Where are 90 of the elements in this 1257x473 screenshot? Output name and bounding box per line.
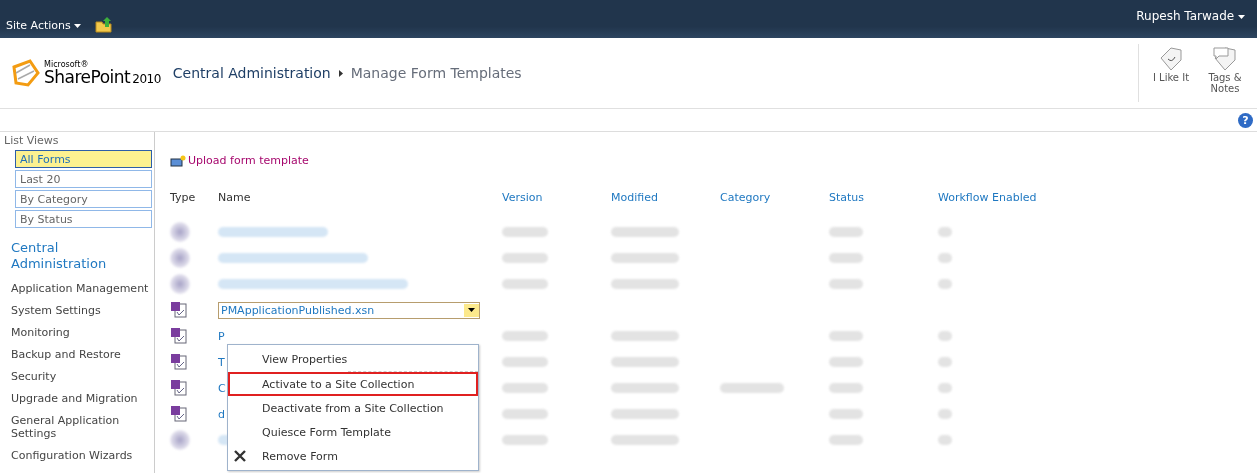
blurred-text — [502, 331, 548, 341]
column-header: Type — [170, 191, 197, 206]
breadcrumb-arrow-icon — [338, 69, 343, 77]
upload-icon — [170, 154, 186, 167]
blurred-text — [938, 435, 952, 445]
blurred-text — [502, 435, 548, 445]
form-name-link[interactable]: T — [218, 355, 225, 369]
delete-icon — [234, 450, 246, 462]
sidebar-heading-link[interactable]: Central Administration — [0, 230, 154, 278]
menu-item[interactable]: View Properties — [228, 347, 478, 371]
logo-caption: Microsoft® — [44, 60, 90, 69]
form-name-link[interactable]: C — [218, 381, 226, 395]
blurred-icon — [170, 248, 190, 268]
caret-icon — [1238, 14, 1245, 19]
page-title: Manage Form Templates — [350, 65, 522, 81]
form-name-link[interactable]: P — [218, 329, 225, 343]
column-header[interactable]: Status — [829, 191, 938, 219]
menu-item[interactable]: Deactivate from a Site Collection — [228, 396, 478, 420]
blurred-text — [611, 435, 679, 445]
blurred-text — [502, 279, 548, 289]
menu-item[interactable]: Quiesce Form Template — [228, 420, 478, 444]
blurred-text — [502, 383, 548, 393]
tag-note-icon — [1211, 44, 1239, 72]
blurred-icon — [170, 222, 190, 242]
view-item[interactable]: By Category — [15, 190, 152, 208]
form-name-link[interactable]: d — [218, 407, 225, 421]
logo-text: SharePoint2010 — [44, 68, 161, 86]
column-header[interactable]: Category — [720, 191, 829, 219]
site-actions-menu[interactable]: Site Actions — [6, 18, 82, 32]
view-item[interactable]: By Status — [15, 210, 152, 228]
nav-link[interactable]: Security — [0, 366, 154, 388]
selected-item-name[interactable]: PMApplicationPublished.xsn — [218, 301, 480, 319]
blurred-text — [611, 409, 679, 419]
menu-item[interactable]: Activate to a Site Collection — [228, 372, 478, 396]
blurred-text — [720, 383, 784, 393]
column-header[interactable]: Modified — [611, 191, 720, 219]
blurred-text — [829, 409, 863, 419]
blurred-text — [938, 227, 952, 237]
nav-link[interactable]: General Application Settings — [0, 410, 154, 445]
blurred-text — [611, 253, 679, 263]
nav-link[interactable]: Upgrade and Migration — [0, 388, 154, 410]
blurred-text — [938, 279, 952, 289]
caret-icon — [74, 23, 82, 28]
blurred-text — [829, 227, 863, 237]
blurred-text — [829, 383, 863, 393]
blurred-text — [611, 331, 679, 341]
column-header[interactable]: Version — [502, 191, 611, 219]
folder-up-icon[interactable] — [95, 17, 114, 33]
nav-link[interactable]: Application Management — [0, 278, 154, 300]
view-item[interactable]: All Forms — [15, 150, 152, 168]
blurred-text — [502, 227, 548, 237]
menu-item[interactable]: Remove Form — [228, 444, 478, 468]
list-views-heading: List Views — [3, 134, 60, 147]
nav-link[interactable]: System Settings — [0, 300, 154, 322]
user-menu[interactable]: Rupesh Tarwade — [1136, 0, 1257, 23]
form-file-icon — [170, 327, 188, 345]
blurred-text — [938, 357, 952, 367]
upload-link[interactable]: Upload form template — [188, 154, 309, 167]
nav-link[interactable]: Backup and Restore — [0, 344, 154, 366]
help-icon[interactable]: ? — [1238, 112, 1253, 128]
breadcrumb-link[interactable]: Central Administration — [172, 65, 331, 81]
blurred-text — [611, 357, 679, 367]
blurred-icon — [170, 430, 190, 450]
nav-link[interactable]: Configuration Wizards — [0, 445, 154, 467]
view-item[interactable]: Last 20 — [15, 170, 152, 188]
blurred-text — [611, 279, 679, 289]
blurred-text — [829, 435, 863, 445]
blurred-text — [611, 383, 679, 393]
like-button[interactable]: I Like It — [1149, 44, 1193, 102]
blurred-text — [829, 357, 863, 367]
form-file-icon — [170, 405, 188, 423]
form-file-icon — [170, 301, 188, 319]
nav-link[interactable]: Monitoring — [0, 322, 154, 344]
form-file-icon — [170, 379, 188, 397]
blurred-text — [829, 253, 863, 263]
tags-notes-button[interactable]: Tags & Notes — [1203, 44, 1247, 102]
column-header[interactable]: Workflow Enabled — [938, 191, 1068, 219]
blurred-text — [829, 331, 863, 341]
blurred-icon — [170, 274, 190, 294]
column-header: Name — [218, 191, 252, 206]
blurred-text — [502, 357, 548, 367]
blurred-text — [938, 253, 952, 263]
form-file-icon — [170, 353, 188, 371]
blurred-text — [829, 279, 863, 289]
blurred-text — [938, 331, 952, 341]
blurred-text — [502, 409, 548, 419]
blurred-text — [502, 253, 548, 263]
blurred-text — [938, 409, 952, 419]
blurred-text — [938, 383, 952, 393]
blurred-text — [611, 227, 679, 237]
